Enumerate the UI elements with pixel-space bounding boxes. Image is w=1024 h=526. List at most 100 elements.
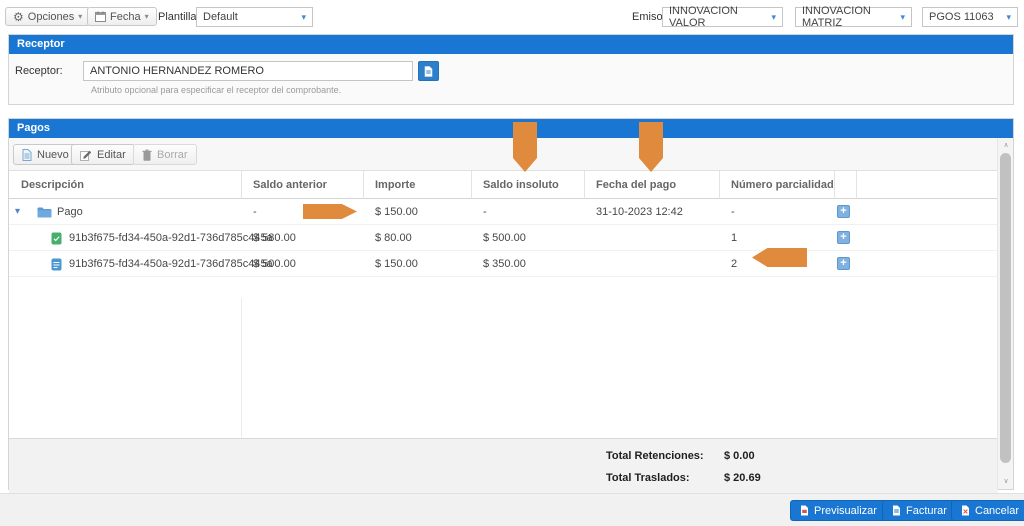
cell-saldo-insoluto: - bbox=[483, 199, 487, 225]
cell-saldo-anterior: $ 500.00 bbox=[253, 251, 296, 277]
invoice-icon bbox=[892, 505, 901, 516]
cell-numero-parcialidad: - bbox=[731, 199, 735, 225]
plantilla-select[interactable]: Default ▾ bbox=[196, 7, 313, 27]
vertical-scrollbar[interactable]: ∧ ∨ bbox=[997, 138, 1013, 489]
cell-importe: $ 150.00 bbox=[375, 199, 418, 225]
cell-saldo-anterior: $ 580.00 bbox=[253, 225, 296, 251]
pagos-panel: Pagos Nuevo Editar Borrar Descripción bbox=[8, 118, 1014, 490]
receptor-input[interactable] bbox=[83, 61, 413, 81]
tree-expand-icon[interactable]: ▾ bbox=[15, 199, 20, 225]
cell-saldo-insoluto: $ 500.00 bbox=[483, 225, 526, 251]
footer-bar: Previsualizar Facturar Cancelar bbox=[0, 493, 1024, 526]
serie-value: PGOS 11063 bbox=[929, 11, 994, 23]
borrar-label: Borrar bbox=[157, 149, 188, 161]
nuevo-label: Nuevo bbox=[37, 149, 69, 161]
cell-fecha-del-pago: 31-10-2023 12:42 bbox=[596, 199, 683, 225]
plantilla-value: Default bbox=[203, 11, 238, 23]
table-row-pago[interactable]: ▾ Pago - $ 150.00 - 31-10-2023 12:42 - + bbox=[9, 199, 1013, 225]
scrollbar-thumb[interactable] bbox=[1000, 153, 1011, 463]
chevron-down-icon: ▾ bbox=[894, 12, 905, 23]
previsualizar-label: Previsualizar bbox=[814, 505, 877, 517]
chevron-down-icon: ▾ bbox=[145, 12, 149, 21]
chevron-down-icon: ▾ bbox=[295, 12, 306, 23]
total-retenciones-value: $ 0.00 bbox=[724, 445, 755, 467]
trash-icon bbox=[142, 149, 152, 161]
column-header-saldo-anterior[interactable]: Saldo anterior bbox=[253, 171, 327, 199]
cell-numero-parcialidad: 2 bbox=[731, 251, 737, 277]
document-green-icon bbox=[51, 232, 62, 245]
chevron-down-icon: ▾ bbox=[78, 12, 82, 21]
cell-importe: $ 150.00 bbox=[375, 251, 418, 277]
previsualizar-button[interactable]: Previsualizar bbox=[790, 500, 887, 521]
emisor-select[interactable]: INNOVACION VALOR ▾ bbox=[662, 7, 783, 27]
pagos-grid-toolbar: Nuevo Editar Borrar bbox=[9, 138, 1013, 171]
cell-numero-parcialidad: 1 bbox=[731, 225, 737, 251]
nuevo-button[interactable]: Nuevo bbox=[13, 144, 78, 165]
document-blue-icon bbox=[51, 258, 62, 271]
total-traslados-value: $ 20.69 bbox=[724, 467, 761, 489]
cell-saldo-insoluto: $ 350.00 bbox=[483, 251, 526, 277]
column-header-saldo-insoluto[interactable]: Saldo insoluto bbox=[483, 171, 559, 199]
editar-label: Editar bbox=[97, 149, 126, 161]
fecha-button[interactable]: Fecha ▾ bbox=[87, 7, 157, 26]
receptor-panel-body: Receptor: Atributo opcional para especif… bbox=[9, 54, 1013, 104]
column-separator bbox=[363, 171, 364, 199]
scroll-up-icon[interactable]: ∧ bbox=[998, 138, 1014, 153]
pagos-panel-header: Pagos bbox=[9, 119, 1013, 138]
facturar-label: Facturar bbox=[906, 505, 947, 517]
chevron-down-icon: ▾ bbox=[765, 12, 776, 23]
column-separator bbox=[241, 298, 242, 438]
cell-descripcion: 91b3f675-fd34-450a-92d1-736d785c445a bbox=[69, 251, 273, 277]
receptor-field-label: Receptor: bbox=[15, 65, 63, 77]
pagos-panel-title: Pagos bbox=[17, 122, 50, 134]
add-row-button[interactable]: + bbox=[837, 205, 850, 218]
table-row-documento-1[interactable]: 91b3f675-fd34-450a-92d1-736d785c445a $ 5… bbox=[9, 225, 1013, 251]
new-document-icon bbox=[22, 149, 32, 161]
cell-descripcion: Pago bbox=[57, 199, 83, 225]
serie-select[interactable]: PGOS 11063 ▾ bbox=[922, 7, 1018, 27]
borrar-button[interactable]: Borrar bbox=[133, 144, 197, 165]
cancelar-button[interactable]: Cancelar bbox=[951, 500, 1024, 521]
app-window: ⚙ Opciones ▾ Fecha ▾ Plantilla: Default … bbox=[0, 0, 1024, 526]
receptor-panel-header: Receptor bbox=[9, 35, 1013, 54]
top-toolbar: ⚙ Opciones ▾ Fecha ▾ Plantilla: Default … bbox=[0, 0, 1024, 30]
column-separator bbox=[241, 171, 242, 199]
cell-importe: $ 80.00 bbox=[375, 225, 412, 251]
opciones-button[interactable]: ⚙ Opciones ▾ bbox=[5, 7, 90, 26]
receptor-lookup-button[interactable] bbox=[418, 61, 439, 81]
cell-descripcion: 91b3f675-fd34-450a-92d1-736d785c445a bbox=[69, 225, 273, 251]
cancel-icon bbox=[961, 505, 970, 516]
emisor-value: INNOVACION VALOR bbox=[669, 5, 765, 29]
column-header-numero-parcialidad[interactable]: Número parcialidad bbox=[731, 171, 834, 199]
column-header-importe[interactable]: Importe bbox=[375, 171, 415, 199]
plantilla-label: Plantilla: bbox=[158, 11, 200, 23]
column-separator bbox=[719, 171, 720, 199]
column-separator bbox=[834, 171, 835, 199]
gear-icon: ⚙ bbox=[13, 10, 24, 24]
scroll-down-icon[interactable]: ∨ bbox=[998, 474, 1014, 489]
sucursal-value: INNOVACION MATRIZ bbox=[802, 5, 894, 29]
column-separator bbox=[856, 171, 857, 199]
opciones-label: Opciones bbox=[28, 11, 74, 23]
document-icon bbox=[424, 66, 433, 77]
facturar-button[interactable]: Facturar bbox=[882, 500, 957, 521]
total-retenciones-label: Total Retenciones: bbox=[606, 445, 704, 467]
cancelar-label: Cancelar bbox=[975, 505, 1019, 517]
sucursal-select[interactable]: INNOVACION MATRIZ ▾ bbox=[795, 7, 912, 27]
receptor-panel-title: Receptor bbox=[17, 38, 65, 50]
pencil-icon bbox=[80, 149, 92, 161]
chevron-down-icon: ▾ bbox=[1000, 12, 1011, 23]
column-header-fecha-del-pago[interactable]: Fecha del pago bbox=[596, 171, 676, 199]
folder-icon bbox=[37, 206, 52, 218]
editar-button[interactable]: Editar bbox=[71, 144, 135, 165]
receptor-panel: Receptor Receptor: Atributo opcional par… bbox=[8, 34, 1014, 105]
grid-header-row: Descripción Saldo anterior Importe Saldo… bbox=[9, 171, 1013, 199]
add-row-button[interactable]: + bbox=[837, 257, 850, 270]
column-header-descripcion[interactable]: Descripción bbox=[21, 171, 84, 199]
preview-pdf-icon bbox=[800, 505, 809, 516]
fecha-label: Fecha bbox=[110, 11, 141, 23]
cell-saldo-anterior: - bbox=[253, 199, 257, 225]
table-row-documento-2[interactable]: 91b3f675-fd34-450a-92d1-736d785c445a $ 5… bbox=[9, 251, 1013, 277]
pagos-panel-body: Nuevo Editar Borrar Descripción Saldo an… bbox=[9, 138, 1013, 489]
add-row-button[interactable]: + bbox=[837, 231, 850, 244]
